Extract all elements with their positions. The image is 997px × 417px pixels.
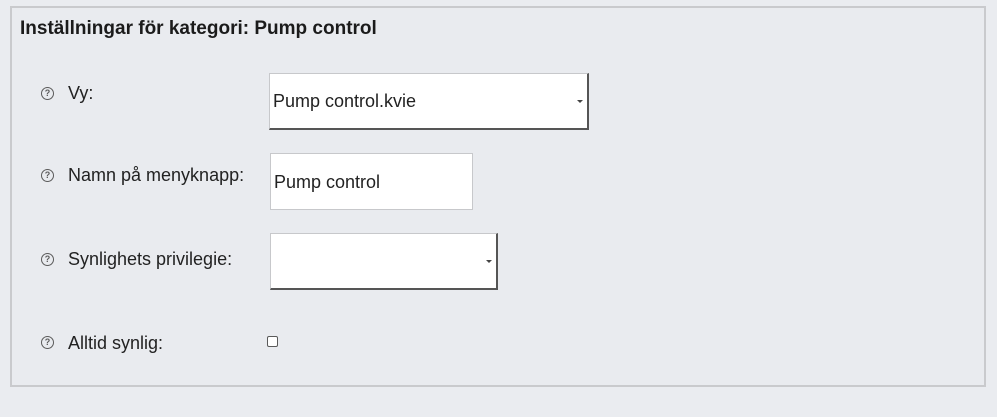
dropdown-arrow-icon xyxy=(486,260,492,263)
visibility-privilege-label: Synlighets privilegie: xyxy=(68,249,233,269)
dropdown-arrow-icon xyxy=(577,100,583,103)
menu-button-name-input[interactable]: Pump control xyxy=(270,153,473,210)
view-select[interactable]: Pump control.kvie xyxy=(269,73,589,130)
category-settings-panel: Inställningar för kategori: Pump control… xyxy=(10,6,986,387)
help-icon[interactable]: ? xyxy=(41,87,54,100)
always-visible-checkbox[interactable] xyxy=(267,336,278,347)
menu-button-name-label: Namn på menyknapp: xyxy=(68,165,245,185)
always-visible-label: Alltid synlig: xyxy=(68,333,164,353)
help-icon[interactable]: ? xyxy=(41,169,54,182)
menu-button-name-value: Pump control xyxy=(274,172,381,192)
view-label: Vy: xyxy=(68,83,94,103)
visibility-privilege-select[interactable] xyxy=(270,233,498,290)
panel-title: Inställningar för kategori: Pump control xyxy=(20,18,377,39)
help-icon[interactable]: ? xyxy=(41,253,54,266)
help-icon[interactable]: ? xyxy=(41,336,54,349)
view-select-value: Pump control.kvie xyxy=(273,91,417,111)
